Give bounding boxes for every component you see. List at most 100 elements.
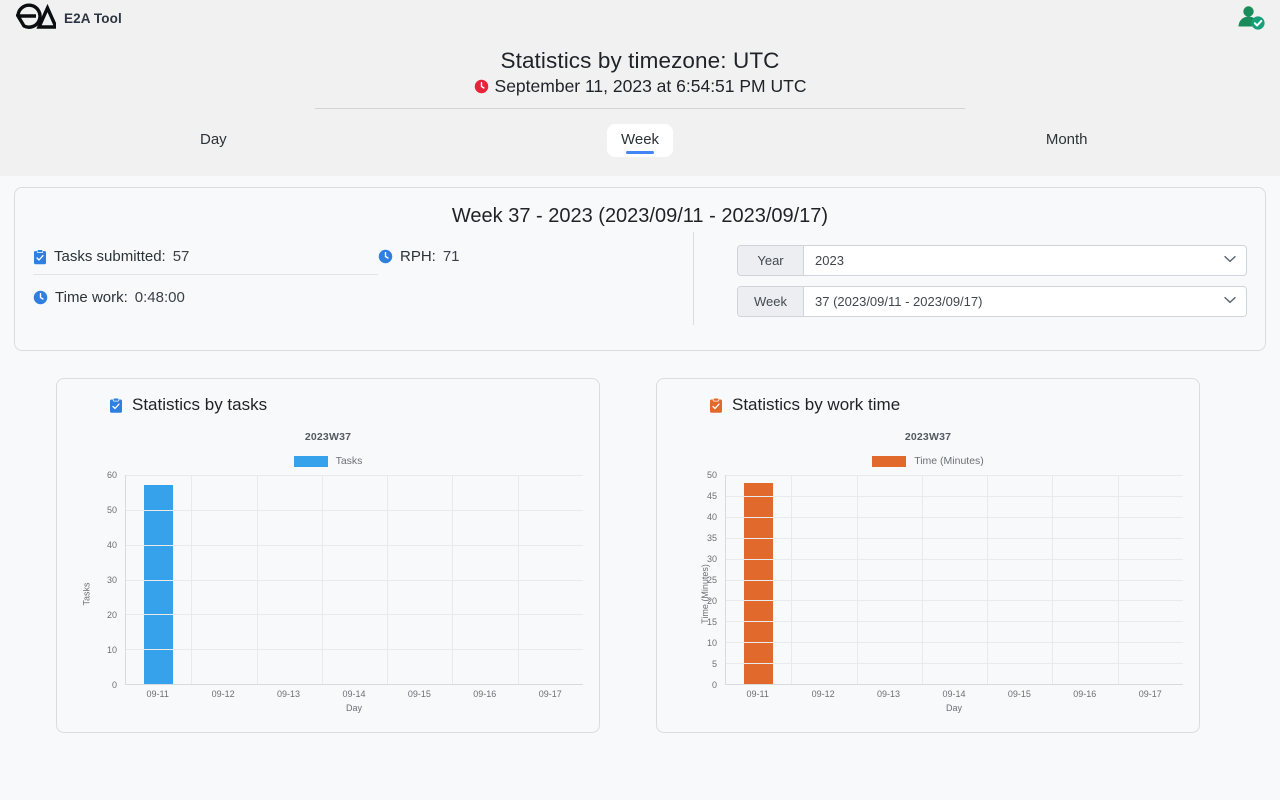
- chart-tasks-xtick: 09-13: [277, 689, 301, 699]
- chart-worktime-xticks: 09-11 09-12 09-13 09-14 09-15 09-16 09-17: [725, 689, 1183, 699]
- user-verified-icon[interactable]: [1236, 4, 1266, 37]
- stat-rph: RPH: 71: [378, 245, 678, 274]
- chart-card-tasks: Statistics by tasks 2023W37 Tasks Tasks …: [56, 378, 600, 733]
- gridline: [726, 579, 1183, 581]
- bar-09-11[interactable]: [144, 485, 173, 684]
- chart-worktime-xtick: 09-14: [942, 689, 966, 699]
- stat-column-secondary: RPH: 71: [378, 245, 678, 327]
- gridline: [126, 579, 583, 581]
- chart-tasks-xtick: 09-11: [146, 689, 169, 699]
- year-selector-label: Year: [738, 246, 804, 275]
- chart-worktime-ytick: 0: [711, 680, 717, 690]
- gridline: [921, 475, 923, 684]
- chart-worktime-ytick: 10: [706, 638, 717, 648]
- tab-month-label: Month: [1045, 131, 1088, 148]
- header-divider: [315, 108, 965, 109]
- gridline: [126, 544, 583, 546]
- brand-name: E2A Tool: [64, 10, 122, 26]
- tab-week[interactable]: Week: [427, 115, 854, 167]
- chart-tasks-ytick: 0: [111, 680, 117, 690]
- chart-worktime-xtick: 09-13: [877, 689, 901, 699]
- gridline: [726, 663, 1183, 665]
- chart-worktime-ytick: 30: [706, 554, 717, 564]
- e2a-logo-icon: [14, 3, 59, 34]
- chart-card-worktime: Statistics by work time 2023W37 Time (Mi…: [656, 378, 1200, 733]
- gridline: [126, 649, 583, 651]
- chart-worktime-ytick: 50: [706, 470, 717, 480]
- gridline: [191, 475, 193, 684]
- gridline: [726, 621, 1183, 623]
- stat-rph-value: 71: [442, 248, 460, 265]
- summary-body: Tasks submitted: 57 Time work: 0:48:00 R…: [33, 232, 1247, 327]
- year-selector[interactable]: Year 2023: [737, 245, 1247, 276]
- summary-title: Week 37 - 2023 (2023/09/11 - 2023/09/17): [451, 205, 829, 227]
- chart-tasks-ytick: 30: [106, 575, 117, 585]
- stat-time-work: Time work: 0:48:00: [33, 275, 378, 315]
- tab-day[interactable]: Day: [0, 115, 427, 167]
- gridline: [452, 475, 454, 684]
- chart-worktime-ytick: 40: [706, 512, 717, 522]
- chevron-down-icon: [1224, 296, 1236, 307]
- stat-tasks-submitted-label: Tasks submitted:: [54, 248, 166, 265]
- period-selectors: Year 2023 Week 37 (2023/09/11 - 2023/09/…: [737, 245, 1247, 327]
- period-tabs: Day Week Month: [0, 115, 1280, 167]
- chart-tasks-xtick: 09-15: [407, 689, 431, 699]
- summary-stats: Tasks submitted: 57 Time work: 0:48:00 R…: [33, 245, 689, 327]
- week-select-value: 37 (2023/09/11 - 2023/09/17): [815, 294, 983, 309]
- chart-worktime-xtick: 09-16: [1073, 689, 1097, 699]
- week-select[interactable]: 37 (2023/09/11 - 2023/09/17): [804, 287, 1246, 316]
- brand[interactable]: E2A Tool: [14, 3, 122, 34]
- chart-worktime-ytick: 5: [711, 659, 717, 669]
- chart-tasks-ytick: 60: [106, 470, 117, 480]
- gridline: [791, 475, 793, 684]
- chart-worktime-xtick: 09-15: [1007, 689, 1031, 699]
- chart-worktime-plot-area: Time (Minutes) 0 5 10 15 20 25 30 35 40 45 50 09-1…: [669, 470, 1187, 713]
- page-title: Statistics by timezone: UTC: [500, 48, 780, 73]
- chart-tasks-legend[interactable]: Tasks: [69, 455, 587, 467]
- chart-worktime-yticks: 0 5 10 15 20 25 30 35 40 45 50: [687, 470, 721, 690]
- tab-month[interactable]: Month: [853, 115, 1280, 167]
- tab-day-label: Day: [199, 131, 227, 148]
- stat-time-work-value: 0:48:00: [134, 289, 185, 306]
- chart-worktime-ytick: 15: [706, 617, 717, 627]
- summary-vertical-divider: [693, 232, 694, 325]
- legend-label-tasks: Tasks: [335, 455, 363, 467]
- chart-worktime-xtick: 09-12: [811, 689, 835, 699]
- gridline: [126, 614, 583, 616]
- chart-card-tasks-title: Statistics by tasks: [109, 395, 587, 415]
- legend-swatch-tasks: [293, 455, 328, 467]
- stat-column-primary: Tasks submitted: 57 Time work: 0:48:00: [33, 245, 378, 327]
- chart-worktime-xlabel: Day: [945, 703, 962, 713]
- year-select[interactable]: 2023: [804, 246, 1246, 275]
- gridline: [726, 475, 1183, 476]
- chart-card-worktime-title: Statistics by work time: [709, 395, 1187, 415]
- chart-worktime-ytick: 35: [706, 533, 717, 543]
- chart-tasks-plot: [125, 475, 583, 685]
- gridline: [987, 475, 989, 684]
- clock-icon: [378, 249, 393, 264]
- gridline: [321, 475, 323, 684]
- week-selector-label: Week: [738, 287, 804, 316]
- gridline: [856, 475, 858, 684]
- gridline: [726, 537, 1183, 539]
- chart-tasks-xtick: 09-17: [538, 689, 562, 699]
- chart-worktime-ytick: 45: [706, 491, 717, 501]
- charts-row: Statistics by tasks 2023W37 Tasks Tasks …: [0, 351, 1280, 733]
- gridline: [1117, 475, 1119, 684]
- page-datetime: September 11, 2023 at 6:54:51 PM UTC: [494, 76, 807, 96]
- chart-tasks-ytick: 10: [106, 645, 117, 655]
- bar-09-11[interactable]: [744, 483, 773, 684]
- week-selector[interactable]: Week 37 (2023/09/11 - 2023/09/17): [737, 286, 1247, 317]
- chart-worktime-legend[interactable]: Time (Minutes): [669, 455, 1187, 467]
- stat-time-work-label: Time work:: [55, 289, 128, 306]
- gridline: [126, 509, 583, 511]
- chart-tasks-yticks: 0 10 20 30 40 50 60: [87, 470, 121, 690]
- gridline: [726, 600, 1183, 602]
- clock-icon: [33, 290, 48, 305]
- gridline: [726, 642, 1183, 644]
- stat-tasks-submitted-value: 57: [172, 248, 190, 265]
- gridline: [726, 495, 1183, 497]
- gridline: [726, 516, 1183, 518]
- gridline: [126, 475, 583, 476]
- year-select-value: 2023: [815, 253, 844, 268]
